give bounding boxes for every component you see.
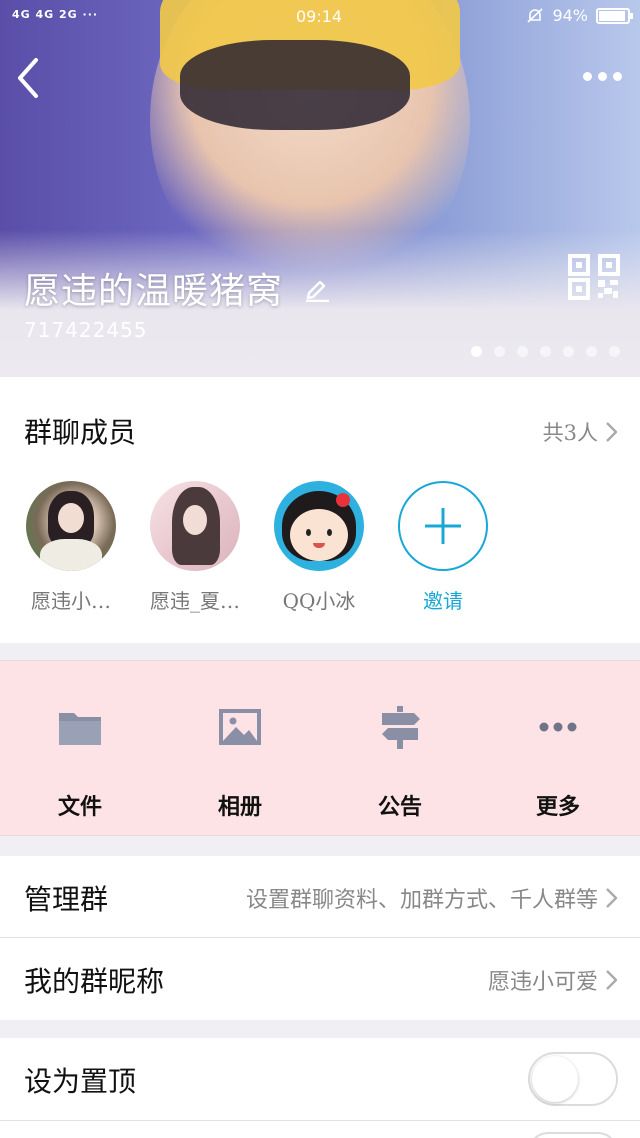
avatar-face (58, 503, 84, 533)
more-options-button[interactable] (580, 62, 624, 90)
invite-label: 邀请 (423, 589, 463, 613)
action-more[interactable]: 更多 (478, 703, 638, 821)
row-label: 设为置顶 (24, 1065, 137, 1098)
pin-to-top-row: 设为置顶 (0, 1038, 640, 1138)
invite-button[interactable]: 邀请 (388, 481, 498, 614)
bell-off-icon (527, 7, 543, 23)
group-name: 愿违的温暖猪窝 (24, 271, 284, 312)
signpost-icon (382, 706, 420, 749)
action-album[interactable]: 相册 (160, 703, 320, 821)
group-nickname-row[interactable]: 我的群昵称 愿违小可爱 (0, 938, 640, 1020)
member-item[interactable]: 愿违小… (16, 481, 126, 614)
action-label: 相册 (217, 794, 262, 820)
members-title: 群聊成员 (24, 416, 137, 449)
chevron-right-icon (606, 422, 618, 442)
avatar (150, 481, 240, 571)
chevron-right-icon (606, 970, 618, 990)
divider (0, 1120, 640, 1121)
avatar-body (40, 539, 102, 571)
cover-hair (180, 40, 410, 130)
action-label: 更多 (535, 794, 580, 820)
chevron-right-icon (606, 888, 618, 908)
member-item[interactable]: 愿违_夏… (140, 481, 250, 614)
member-name: 愿违_夏… (150, 589, 240, 613)
chevron-left-icon (18, 58, 38, 98)
pager-dot (540, 346, 551, 357)
more-icon (539, 722, 577, 732)
back-button[interactable] (14, 56, 44, 100)
status-bar: 4G 4G 2G ··· 09:14 94% (0, 0, 640, 34)
group-nickname-value: 愿违小可爱 (487, 970, 598, 995)
edit-pencil-icon[interactable] (303, 274, 331, 302)
members-count: 共3人 (542, 421, 598, 445)
pager-dot (609, 346, 620, 357)
row-label: 管理群 (24, 883, 109, 916)
quick-actions: 文件 相册 公告 更多 (0, 660, 640, 836)
avatar-eye (327, 529, 332, 536)
battery-fill (599, 10, 626, 21)
pager-dot (586, 346, 597, 357)
action-files[interactable]: 文件 (0, 703, 160, 821)
avatar (26, 481, 116, 571)
avatar-eye (306, 529, 311, 536)
pager-dot (494, 346, 505, 357)
row-label: 我的群昵称 (24, 965, 165, 998)
more-dot (612, 71, 622, 81)
member-name: 愿违小… (31, 589, 111, 613)
row-value: 设置群聊资料、加群方式、千人群等 (246, 882, 618, 914)
pager-dot (517, 346, 528, 357)
pin-to-top-toggle[interactable] (528, 1052, 618, 1106)
row-value: 愿违小可爱 (488, 964, 618, 996)
clock: 09:14 (296, 7, 343, 26)
pager-dot (471, 346, 482, 357)
folder-icon (59, 713, 101, 745)
qr-code-icon[interactable] (568, 254, 620, 300)
avatar-face (290, 509, 348, 561)
action-announcement[interactable]: 公告 (320, 703, 480, 821)
network-indicator: 4G 4G 2G ··· (12, 8, 99, 21)
action-label: 文件 (57, 794, 102, 820)
battery-percent: 94% (552, 6, 588, 25)
pager-dots (471, 346, 620, 357)
group-name-row: 愿违的温暖猪窝 (24, 262, 331, 314)
members-count-link[interactable]: 共3人 (543, 417, 618, 447)
more-dot (597, 71, 607, 81)
status-right: 94% (526, 6, 633, 25)
next-row-toggle-peek (528, 1132, 618, 1138)
plus-icon (425, 508, 461, 544)
member-name: QQ小冰 (282, 589, 356, 613)
image-icon (219, 709, 261, 745)
invite-circle (398, 481, 488, 571)
pager-dot (563, 346, 574, 357)
battery-icon (596, 7, 633, 24)
group-header-banner: 4G 4G 2G ··· 09:14 94% 愿违的温暖猪窝 717422455 (0, 0, 640, 377)
avatar-bow (336, 493, 350, 507)
manage-group-row[interactable]: 管理群 设置群聊资料、加群方式、千人群等 (0, 856, 640, 938)
action-label: 公告 (377, 794, 422, 820)
manage-group-hint: 设置群聊资料、加群方式、千人群等 (245, 888, 598, 913)
avatar-face (183, 505, 207, 535)
avatar (274, 481, 364, 571)
more-dot (582, 71, 592, 81)
member-item[interactable]: QQ小冰 (264, 481, 374, 614)
group-id: 717422455 (24, 318, 148, 342)
toggle-knob (532, 1056, 578, 1102)
members-section: 群聊成员 共3人 愿违小… 愿违_夏… QQ小冰 邀请 (0, 377, 640, 643)
